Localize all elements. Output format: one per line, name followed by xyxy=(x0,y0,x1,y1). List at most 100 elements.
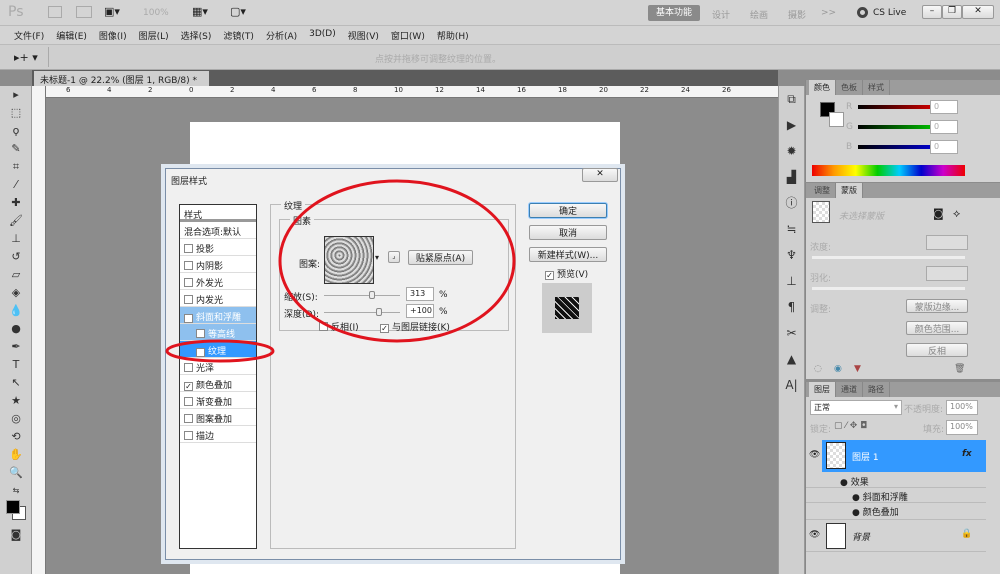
ok-button[interactable]: 确定 xyxy=(529,203,607,218)
blend-options-item[interactable]: 混合选项:默认 xyxy=(180,222,256,239)
style-item[interactable]: ✓ 纹理 xyxy=(180,341,256,358)
clone-stamp-tool-icon[interactable]: ⊥ xyxy=(0,230,32,248)
density-slider[interactable] xyxy=(812,256,965,259)
pixel-mask-icon[interactable]: ◙ xyxy=(933,207,944,220)
eye-icon[interactable]: 👁 xyxy=(809,450,820,460)
checkbox[interactable] xyxy=(184,261,193,270)
dodge-tool-icon[interactable]: ● xyxy=(0,320,32,338)
checkbox[interactable]: ✓ xyxy=(545,271,554,280)
style-item[interactable]: 光泽 xyxy=(180,358,256,375)
mask-edge-button[interactable]: 蒙版边缘... xyxy=(906,299,968,313)
healing-brush-tool-icon[interactable]: ✚ xyxy=(0,194,32,212)
scale-slider[interactable] xyxy=(324,291,400,299)
visibility-icon[interactable]: ◉ xyxy=(834,364,842,374)
tab-layers[interactable]: 图层 xyxy=(809,382,836,397)
density-field[interactable] xyxy=(926,235,968,250)
layer-name[interactable]: 背景 xyxy=(852,530,870,543)
path-selection-tool-icon[interactable]: ↖ xyxy=(0,374,32,392)
checkbox[interactable] xyxy=(184,431,193,440)
paragraph-icon[interactable]: ¶ xyxy=(779,294,804,320)
style-item[interactable]: 等高线 xyxy=(180,324,256,341)
workspace-painting[interactable]: 绘画 xyxy=(750,8,768,21)
opacity-field[interactable]: 100% xyxy=(946,400,978,415)
style-item[interactable]: 图案叠加 xyxy=(180,409,256,426)
close-button[interactable]: ✕ xyxy=(962,5,994,19)
styles-header[interactable]: 样式 xyxy=(180,205,256,222)
checkbox[interactable]: ✓ xyxy=(184,382,193,391)
history-brush-tool-icon[interactable]: ↺ xyxy=(0,248,32,266)
invert-checkbox[interactable]: 反相(I) xyxy=(319,320,359,333)
tab-channels[interactable]: 通道 xyxy=(836,382,863,397)
preview-checkbox[interactable]: ✓ 预览(V) xyxy=(545,267,588,280)
marquee-tool-icon[interactable]: ⬚ xyxy=(0,104,32,122)
r-slider[interactable] xyxy=(858,105,934,109)
menu-image[interactable]: 图像(I) xyxy=(93,26,133,44)
bridge-icon[interactable] xyxy=(48,6,62,18)
3d-rotate-tool-icon[interactable]: ◎ xyxy=(0,410,32,428)
brush-tool-icon[interactable]: 🖌 xyxy=(0,212,32,230)
effects-row[interactable]: ● 效果 xyxy=(806,472,986,488)
menu-edit[interactable]: 编辑(E) xyxy=(50,26,93,44)
g-value[interactable]: 0 xyxy=(930,120,958,134)
scale-slider-thumb[interactable] xyxy=(368,291,375,299)
background-swatch[interactable] xyxy=(829,112,844,127)
invert-button[interactable]: 反相 xyxy=(906,343,968,357)
feather-slider[interactable] xyxy=(812,287,965,290)
tab-swatches[interactable]: 色板 xyxy=(836,80,863,95)
view-extras-icon[interactable]: ▣▾ xyxy=(104,5,120,18)
style-item[interactable]: 投影 xyxy=(180,239,256,256)
character-icon[interactable]: A| xyxy=(779,372,804,398)
checkbox[interactable]: ✓ xyxy=(196,348,205,357)
quick-mask-icon[interactable]: ◙ xyxy=(0,526,32,544)
navigator-icon[interactable]: ✹ xyxy=(779,138,804,164)
cs-live-button[interactable]: CS Live xyxy=(873,8,906,18)
r-value[interactable]: 0 xyxy=(930,100,958,114)
layer-name[interactable]: 图层 1 xyxy=(852,450,879,463)
actions-icon[interactable]: ▶ xyxy=(779,112,804,138)
checkbox[interactable] xyxy=(184,244,193,253)
quick-select-tool-icon[interactable]: ✎ xyxy=(0,140,32,158)
depth-slider-thumb[interactable] xyxy=(375,308,382,316)
menu-window[interactable]: 窗口(W) xyxy=(385,26,431,44)
snap-to-origin-button[interactable]: 贴紧原点(A) xyxy=(408,250,473,265)
clone-source-icon[interactable]: ⊥ xyxy=(779,268,804,294)
layer-row-background[interactable]: 👁 背景 🔒 xyxy=(806,520,986,552)
delete-icon[interactable]: 🗑 xyxy=(954,364,965,374)
swap-colors-icon[interactable]: ⇆ xyxy=(0,482,32,500)
minimize-button[interactable]: – xyxy=(922,5,942,19)
shape-tool-icon[interactable]: ★ xyxy=(0,392,32,410)
dialog-close-button[interactable]: ✕ xyxy=(582,168,618,182)
cancel-button[interactable]: 取消 xyxy=(529,225,607,240)
apply-mask-icon[interactable]: ▼ xyxy=(854,364,861,374)
checkbox[interactable] xyxy=(184,363,193,372)
vector-mask-icon[interactable]: ⟡ xyxy=(953,207,960,221)
tool-presets-icon[interactable]: ✂ xyxy=(779,320,804,346)
checkbox[interactable] xyxy=(184,278,193,287)
b-slider[interactable] xyxy=(858,145,934,149)
brush-presets-icon[interactable]: ≒ xyxy=(779,216,804,242)
style-item[interactable]: 渐变叠加 xyxy=(180,392,256,409)
checkbox[interactable] xyxy=(196,329,205,338)
eraser-tool-icon[interactable]: ▱ xyxy=(0,266,32,284)
eyedropper-tool-icon[interactable]: ⁄ xyxy=(0,176,32,194)
depth-field[interactable]: +100 xyxy=(406,304,434,318)
info-icon[interactable]: ⓘ xyxy=(779,190,804,216)
workspace-design[interactable]: 设计 xyxy=(712,8,730,21)
arrange-documents-icon[interactable]: ▦▾ xyxy=(192,5,208,18)
blur-tool-icon[interactable]: 💧 xyxy=(0,302,32,320)
new-preset-icon[interactable]: ⌟ xyxy=(388,251,400,263)
histogram-icon[interactable]: ▟ xyxy=(779,164,804,190)
checkbox[interactable] xyxy=(184,397,193,406)
g-slider[interactable] xyxy=(858,125,934,129)
fx-icon[interactable]: fx xyxy=(962,449,972,459)
tab-paths[interactable]: 路径 xyxy=(863,382,890,397)
scale-field[interactable]: 313 xyxy=(406,287,434,301)
style-item[interactable]: 内阴影 xyxy=(180,256,256,273)
depth-slider[interactable] xyxy=(324,308,400,316)
pattern-dropdown-icon[interactable]: ▾ xyxy=(375,253,379,262)
pattern-picker[interactable] xyxy=(324,236,374,284)
color-swatches[interactable] xyxy=(0,500,31,526)
workspace-essentials[interactable]: 基本功能 xyxy=(648,5,700,21)
move-tool-preset-icon[interactable]: ▸+ ▾ xyxy=(14,51,38,64)
tab-masks[interactable]: 蒙版 xyxy=(836,183,863,198)
